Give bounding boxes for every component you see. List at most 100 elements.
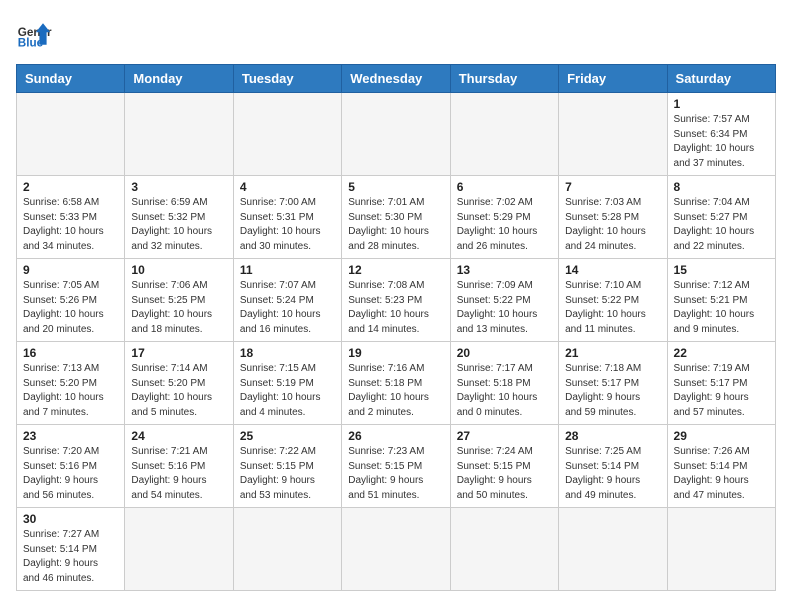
calendar-cell [233, 93, 341, 176]
day-info: Sunrise: 7:18 AM Sunset: 5:17 PM Dayligh… [565, 362, 660, 420]
day-info: Sunrise: 7:27 AM Sunset: 5:14 PM Dayligh… [23, 528, 118, 586]
day-number: 5 [348, 180, 443, 194]
week-row-6: 30 Sunrise: 7:27 AM Sunset: 5:14 PM Dayli… [17, 508, 776, 591]
day-number: 26 [348, 429, 443, 443]
calendar-cell: 22 Sunrise: 7:19 AM Sunset: 5:17 PM Dayli… [667, 342, 775, 425]
day-info: Sunrise: 7:06 AM Sunset: 5:25 PM Dayligh… [131, 279, 226, 337]
day-number: 30 [23, 512, 118, 526]
calendar-cell [667, 508, 775, 591]
calendar-cell: 28Sunrise: 7:25 AM Sunset: 5:14 PM Dayli… [559, 425, 667, 508]
day-number: 18 [240, 346, 335, 360]
day-info: Sunrise: 6:58 AM Sunset: 5:33 PM Dayligh… [23, 196, 118, 254]
day-info: Sunrise: 7:02 AM Sunset: 5:29 PM Dayligh… [457, 196, 552, 254]
day-info: Sunrise: 6:59 AM Sunset: 5:32 PM Dayligh… [131, 196, 226, 254]
day-number: 1 [674, 97, 769, 111]
calendar-cell [559, 93, 667, 176]
logo-icon: General Blue [16, 16, 52, 52]
calendar-cell: 12 Sunrise: 7:08 AM Sunset: 5:23 PM Dayli… [342, 259, 450, 342]
day-number: 20 [457, 346, 552, 360]
day-number: 13 [457, 263, 552, 277]
day-info: Sunrise: 7:21 AM Sunset: 5:16 PM Dayligh… [131, 445, 226, 503]
day-info: Sunrise: 7:24 AM Sunset: 5:15 PM Dayligh… [457, 445, 552, 503]
calendar-cell: 24 Sunrise: 7:21 AM Sunset: 5:16 PM Dayli… [125, 425, 233, 508]
day-number: 22 [674, 346, 769, 360]
day-info: Sunrise: 7:03 AM Sunset: 5:28 PM Dayligh… [565, 196, 660, 254]
calendar-cell: 14 Sunrise: 7:10 AM Sunset: 5:22 PM Dayli… [559, 259, 667, 342]
calendar-cell: 1 Sunrise: 7:57 AM Sunset: 6:34 PM Daylig… [667, 93, 775, 176]
day-number: 14 [565, 263, 660, 277]
day-info: Sunrise: 7:15 AM Sunset: 5:19 PM Dayligh… [240, 362, 335, 420]
calendar-cell [233, 508, 341, 591]
logo: General Blue [16, 16, 52, 52]
day-number: 28 [565, 429, 660, 443]
day-header-friday: Friday [559, 65, 667, 93]
day-info: Sunrise: 7:19 AM Sunset: 5:17 PM Dayligh… [674, 362, 769, 420]
day-number: 15 [674, 263, 769, 277]
calendar-cell [342, 93, 450, 176]
calendar-cell: 5 Sunrise: 7:01 AM Sunset: 5:30 PM Daylig… [342, 176, 450, 259]
calendar-cell: 15 Sunrise: 7:12 AM Sunset: 5:21 PM Dayli… [667, 259, 775, 342]
day-info: Sunrise: 7:26 AM Sunset: 5:14 PM Dayligh… [674, 445, 769, 503]
day-info: Sunrise: 7:05 AM Sunset: 5:26 PM Dayligh… [23, 279, 118, 337]
day-number: 21 [565, 346, 660, 360]
day-info: Sunrise: 7:13 AM Sunset: 5:20 PM Dayligh… [23, 362, 118, 420]
calendar-cell [450, 93, 558, 176]
day-header-sunday: Sunday [17, 65, 125, 93]
calendar-cell [559, 508, 667, 591]
day-info: Sunrise: 7:12 AM Sunset: 5:21 PM Dayligh… [674, 279, 769, 337]
header: General Blue [16, 16, 776, 52]
calendar-cell: 17Sunrise: 7:14 AM Sunset: 5:20 PM Dayli… [125, 342, 233, 425]
day-number: 11 [240, 263, 335, 277]
day-number: 12 [348, 263, 443, 277]
day-number: 3 [131, 180, 226, 194]
calendar: SundayMondayTuesdayWednesdayThursdayFrid… [16, 64, 776, 591]
day-number: 9 [23, 263, 118, 277]
calendar-cell: 13 Sunrise: 7:09 AM Sunset: 5:22 PM Dayli… [450, 259, 558, 342]
calendar-cell: 11Sunrise: 7:07 AM Sunset: 5:24 PM Dayli… [233, 259, 341, 342]
week-row-3: 9 Sunrise: 7:05 AM Sunset: 5:26 PM Daylig… [17, 259, 776, 342]
day-number: 4 [240, 180, 335, 194]
day-info: Sunrise: 7:04 AM Sunset: 5:27 PM Dayligh… [674, 196, 769, 254]
calendar-cell [450, 508, 558, 591]
calendar-cell: 19Sunrise: 7:16 AM Sunset: 5:18 PM Dayli… [342, 342, 450, 425]
day-info: Sunrise: 7:00 AM Sunset: 5:31 PM Dayligh… [240, 196, 335, 254]
calendar-cell: 7 Sunrise: 7:03 AM Sunset: 5:28 PM Daylig… [559, 176, 667, 259]
calendar-cell: 16 Sunrise: 7:13 AM Sunset: 5:20 PM Dayli… [17, 342, 125, 425]
day-number: 27 [457, 429, 552, 443]
day-number: 29 [674, 429, 769, 443]
calendar-cell: 25Sunrise: 7:22 AM Sunset: 5:15 PM Dayli… [233, 425, 341, 508]
day-number: 24 [131, 429, 226, 443]
calendar-cell: 27 Sunrise: 7:24 AM Sunset: 5:15 PM Dayli… [450, 425, 558, 508]
day-info: Sunrise: 7:22 AM Sunset: 5:15 PM Dayligh… [240, 445, 335, 503]
day-header-saturday: Saturday [667, 65, 775, 93]
calendar-cell: 30 Sunrise: 7:27 AM Sunset: 5:14 PM Dayli… [17, 508, 125, 591]
calendar-cell [125, 508, 233, 591]
day-info: Sunrise: 7:08 AM Sunset: 5:23 PM Dayligh… [348, 279, 443, 337]
calendar-cell: 18 Sunrise: 7:15 AM Sunset: 5:19 PM Dayli… [233, 342, 341, 425]
day-number: 23 [23, 429, 118, 443]
day-info: Sunrise: 7:09 AM Sunset: 5:22 PM Dayligh… [457, 279, 552, 337]
day-header-tuesday: Tuesday [233, 65, 341, 93]
week-row-4: 16 Sunrise: 7:13 AM Sunset: 5:20 PM Dayli… [17, 342, 776, 425]
calendar-cell: 26 Sunrise: 7:23 AM Sunset: 5:15 PM Dayli… [342, 425, 450, 508]
day-number: 7 [565, 180, 660, 194]
week-row-5: 23Sunrise: 7:20 AM Sunset: 5:16 PM Dayli… [17, 425, 776, 508]
day-info: Sunrise: 7:23 AM Sunset: 5:15 PM Dayligh… [348, 445, 443, 503]
day-number: 6 [457, 180, 552, 194]
day-number: 17 [131, 346, 226, 360]
day-info: Sunrise: 7:10 AM Sunset: 5:22 PM Dayligh… [565, 279, 660, 337]
calendar-cell [17, 93, 125, 176]
day-info: Sunrise: 7:01 AM Sunset: 5:30 PM Dayligh… [348, 196, 443, 254]
calendar-cell: 6 Sunrise: 7:02 AM Sunset: 5:29 PM Daylig… [450, 176, 558, 259]
day-info: Sunrise: 7:16 AM Sunset: 5:18 PM Dayligh… [348, 362, 443, 420]
calendar-cell [342, 508, 450, 591]
calendar-cell: 9 Sunrise: 7:05 AM Sunset: 5:26 PM Daylig… [17, 259, 125, 342]
day-number: 8 [674, 180, 769, 194]
day-number: 16 [23, 346, 118, 360]
day-info: Sunrise: 7:57 AM Sunset: 6:34 PM Dayligh… [674, 113, 769, 171]
calendar-cell [125, 93, 233, 176]
week-row-2: 2Sunrise: 6:58 AM Sunset: 5:33 PM Daylig… [17, 176, 776, 259]
calendar-cell: 21 Sunrise: 7:18 AM Sunset: 5:17 PM Dayli… [559, 342, 667, 425]
day-info: Sunrise: 7:17 AM Sunset: 5:18 PM Dayligh… [457, 362, 552, 420]
calendar-header-row: SundayMondayTuesdayWednesdayThursdayFrid… [17, 65, 776, 93]
